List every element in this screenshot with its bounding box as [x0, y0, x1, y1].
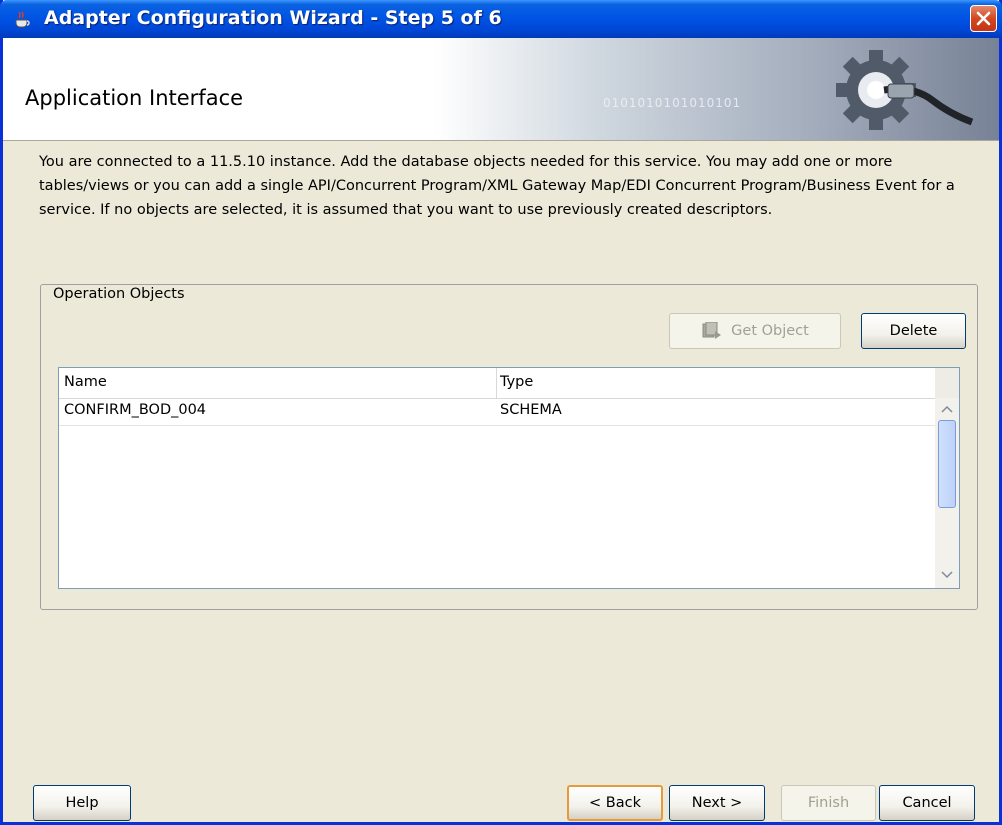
wizard-header: 0101010101010101 Application Interface	[3, 38, 999, 141]
close-button[interactable]	[970, 5, 997, 32]
scrollbar-corner	[935, 368, 959, 398]
wizard-window: Adapter Configuration Wizard - Step 5 of…	[0, 0, 1002, 825]
header-binary-text: 0101010101010101	[603, 96, 742, 110]
back-label: < Back	[589, 795, 641, 811]
scroll-up-icon[interactable]	[941, 404, 953, 414]
cancel-button[interactable]: Cancel	[879, 785, 975, 821]
operation-objects-label: Operation Objects	[51, 286, 187, 302]
back-button[interactable]: < Back	[567, 785, 663, 821]
get-object-button[interactable]: Get Object	[669, 313, 841, 349]
finish-label: Finish	[807, 795, 850, 811]
window-title: Adapter Configuration Wizard - Step 5 of…	[44, 7, 502, 29]
table-row[interactable]: CONFIRM_BOD_004 SCHEMA	[59, 399, 935, 426]
help-button[interactable]: Help	[33, 785, 131, 821]
vertical-scrollbar[interactable]	[935, 368, 959, 588]
column-header-type[interactable]: Type	[500, 374, 533, 390]
java-cup-icon	[15, 11, 30, 28]
instructions-text: You are connected to a 11.5.10 instance.…	[39, 154, 955, 218]
delete-button[interactable]: Delete	[861, 313, 966, 349]
column-header-name[interactable]: Name	[64, 374, 107, 390]
operation-objects-table[interactable]: Name Type CONFIRM_BOD_004 SCHEMA	[58, 367, 960, 589]
next-button[interactable]: Next >	[669, 785, 765, 821]
cancel-label: Cancel	[902, 795, 952, 811]
help-label: Help	[65, 795, 99, 811]
cell-name: CONFIRM_BOD_004	[64, 402, 207, 418]
cell-type: SCHEMA	[500, 402, 562, 418]
next-label: Next >	[691, 795, 743, 811]
table-header: Name Type	[59, 368, 935, 399]
column-divider[interactable]	[496, 368, 497, 398]
get-object-icon	[702, 322, 722, 339]
page-title: Application Interface	[25, 86, 244, 110]
finish-button[interactable]: Finish	[781, 785, 876, 821]
close-icon	[976, 11, 991, 26]
scrollbar-thumb[interactable]	[938, 420, 956, 508]
get-object-label: Get Object	[731, 323, 809, 339]
scroll-down-icon[interactable]	[941, 570, 953, 580]
title-bar[interactable]: Adapter Configuration Wizard - Step 5 of…	[0, 0, 1002, 38]
delete-label: Delete	[889, 323, 938, 339]
gear-plug-icon	[836, 50, 974, 130]
